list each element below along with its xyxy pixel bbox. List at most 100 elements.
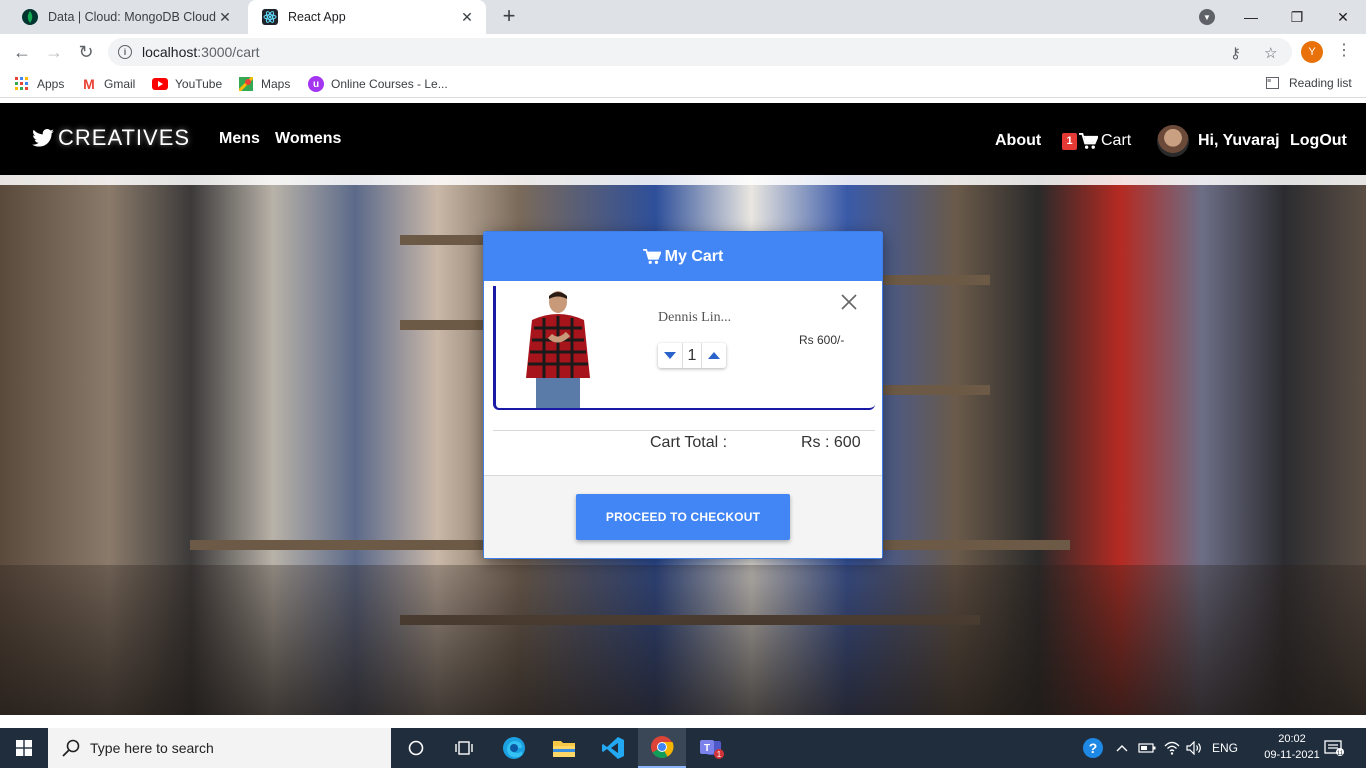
cart-label: Cart bbox=[1101, 132, 1132, 149]
minimize-icon[interactable]: — bbox=[1228, 0, 1274, 34]
show-hidden-icons-icon[interactable] bbox=[1116, 728, 1128, 768]
edge-icon[interactable] bbox=[490, 728, 538, 768]
restore-icon[interactable]: ❐ bbox=[1274, 0, 1320, 34]
cortana-icon[interactable] bbox=[392, 728, 440, 768]
cart-item-price: Rs 600/- bbox=[799, 333, 845, 347]
cart-icon bbox=[1079, 132, 1098, 149]
quantity-decrease-button[interactable] bbox=[658, 343, 682, 368]
caret-up-icon bbox=[708, 352, 720, 359]
close-window-icon[interactable]: ✕ bbox=[1320, 0, 1366, 34]
taskbar-search-box[interactable]: Type here to search bbox=[48, 728, 391, 768]
browser-menu-icon[interactable]: ⋮ bbox=[1336, 42, 1352, 62]
task-view-icon[interactable] bbox=[440, 728, 488, 768]
gmail-icon: M bbox=[83, 76, 95, 92]
close-tab-icon[interactable]: ✕ bbox=[458, 8, 476, 26]
quantity-value: 1 bbox=[682, 343, 702, 368]
bookmark-star-icon[interactable]: ☆ bbox=[1264, 44, 1277, 62]
help-icon[interactable]: ? bbox=[1082, 728, 1104, 768]
language-indicator[interactable]: ENG bbox=[1212, 728, 1238, 768]
cart-total-label: Cart Total : bbox=[650, 434, 728, 451]
divider bbox=[493, 430, 875, 431]
close-icon[interactable] bbox=[839, 292, 859, 312]
bookmark-apps[interactable]: Apps bbox=[14, 76, 64, 92]
key-icon[interactable]: ⚷ bbox=[1230, 44, 1241, 62]
chrome-icon[interactable] bbox=[638, 728, 686, 768]
taskbar-search-placeholder: Type here to search bbox=[90, 740, 214, 756]
clock-time: 20:02 bbox=[1278, 733, 1306, 745]
profile-avatar[interactable]: Y bbox=[1301, 41, 1323, 63]
nav-womens[interactable]: Womens bbox=[275, 130, 341, 148]
bookmark-youtube[interactable]: YouTube bbox=[152, 76, 222, 92]
brand-name: CREATIVES bbox=[58, 125, 191, 150]
forward-icon[interactable]: → bbox=[42, 40, 66, 64]
svg-text:11: 11 bbox=[1337, 751, 1344, 757]
reading-list-button[interactable]: ≡ Reading list bbox=[1266, 76, 1352, 90]
battery-icon[interactable] bbox=[1138, 728, 1156, 768]
user-greeting[interactable]: Hi, Yuvaraj bbox=[1198, 132, 1280, 150]
apps-grid-icon bbox=[14, 76, 30, 92]
reading-list-label: Reading list bbox=[1289, 76, 1352, 90]
svg-text:T: T bbox=[704, 743, 710, 754]
search-icon bbox=[62, 739, 80, 757]
cart-item-name: Dennis Lin... bbox=[658, 310, 732, 325]
react-icon bbox=[262, 9, 278, 25]
bookmark-label: Online Courses - Le... bbox=[331, 77, 448, 91]
bookmarks-bar: Apps M Gmail YouTube Maps u Online Cours… bbox=[0, 70, 1366, 98]
cart-count-badge: 1 bbox=[1062, 132, 1077, 150]
quantity-stepper: 1 bbox=[658, 343, 726, 368]
product-image[interactable] bbox=[520, 288, 596, 408]
cart-icon bbox=[642, 248, 661, 264]
site-navbar: CREATIVES Mens Womens About 1 Cart Hi, Y… bbox=[0, 103, 1366, 175]
nav-logout[interactable]: LogOut bbox=[1290, 132, 1347, 150]
svg-text:1: 1 bbox=[717, 750, 722, 759]
back-icon[interactable]: ← bbox=[10, 40, 34, 64]
nav-mens[interactable]: Mens bbox=[219, 130, 260, 148]
new-tab-button[interactable]: + bbox=[498, 5, 520, 28]
address-bar[interactable]: i localhost:3000/cart ⚷ ☆ bbox=[108, 38, 1292, 66]
user-avatar[interactable] bbox=[1157, 125, 1189, 157]
cart-total-value: Rs : 600 bbox=[801, 434, 861, 451]
vscode-icon[interactable] bbox=[589, 728, 637, 768]
bookmark-label: Apps bbox=[37, 77, 65, 91]
tab-mongodb[interactable]: Data | Cloud: MongoDB Cloud ✕ bbox=[8, 0, 244, 34]
tab-search-icon[interactable]: ▼ bbox=[1199, 9, 1215, 25]
bookmark-gmail[interactable]: M Gmail bbox=[81, 76, 135, 92]
shelf-decoration bbox=[880, 275, 990, 285]
page-content: CREATIVES Mens Womens About 1 Cart Hi, Y… bbox=[0, 103, 1366, 715]
volume-icon[interactable] bbox=[1186, 728, 1202, 768]
notifications-icon[interactable]: 11 bbox=[1324, 728, 1344, 768]
svg-text:?: ? bbox=[1089, 740, 1098, 756]
youtube-icon bbox=[152, 76, 168, 92]
nav-about[interactable]: About bbox=[995, 132, 1041, 150]
tab-react-app[interactable]: React App ✕ bbox=[248, 0, 486, 34]
reload-icon[interactable]: ↻ bbox=[74, 40, 98, 64]
site-info-icon[interactable]: i bbox=[118, 45, 132, 59]
browser-toolbar: ← → ↻ i localhost:3000/cart ⚷ ☆ Y ⋮ bbox=[0, 34, 1366, 70]
reading-list-icon: ≡ bbox=[1266, 77, 1279, 89]
file-explorer-icon[interactable] bbox=[540, 728, 588, 768]
udemy-icon: u bbox=[308, 76, 324, 92]
bird-icon bbox=[32, 129, 54, 147]
shelf-decoration bbox=[880, 385, 990, 395]
system-clock[interactable]: 20:02 09-11-2021 bbox=[1264, 731, 1320, 763]
cart-modal: My Cart Dennis Lin... 1 Rs 600/- Cart To… bbox=[483, 231, 883, 559]
bookmark-maps[interactable]: Maps bbox=[238, 76, 290, 92]
tab-title: Data | Cloud: MongoDB Cloud bbox=[48, 10, 216, 24]
mongodb-leaf-icon bbox=[22, 9, 38, 25]
windows-start-icon[interactable] bbox=[0, 728, 48, 768]
proceed-to-checkout-button[interactable]: PROCEED TO CHECKOUT bbox=[576, 494, 790, 540]
cart-item: Dennis Lin... 1 Rs 600/- bbox=[493, 286, 875, 410]
teams-icon[interactable]: T1 bbox=[688, 728, 736, 768]
close-tab-icon[interactable]: ✕ bbox=[216, 8, 234, 26]
brand-logo[interactable]: CREATIVES bbox=[32, 125, 190, 151]
url-host: localhost bbox=[142, 44, 198, 60]
cart-modal-header: My Cart bbox=[484, 232, 882, 281]
bookmark-online-courses[interactable]: u Online Courses - Le... bbox=[308, 76, 448, 92]
quantity-increase-button[interactable] bbox=[702, 343, 726, 368]
wifi-icon[interactable] bbox=[1164, 728, 1180, 768]
cart-modal-title: My Cart bbox=[664, 247, 724, 265]
nav-cart[interactable]: 1 Cart bbox=[1062, 132, 1131, 150]
clock-date: 09-11-2021 bbox=[1264, 749, 1320, 761]
url-text: localhost:3000/cart bbox=[142, 44, 260, 60]
tab-title: React App bbox=[288, 10, 346, 24]
